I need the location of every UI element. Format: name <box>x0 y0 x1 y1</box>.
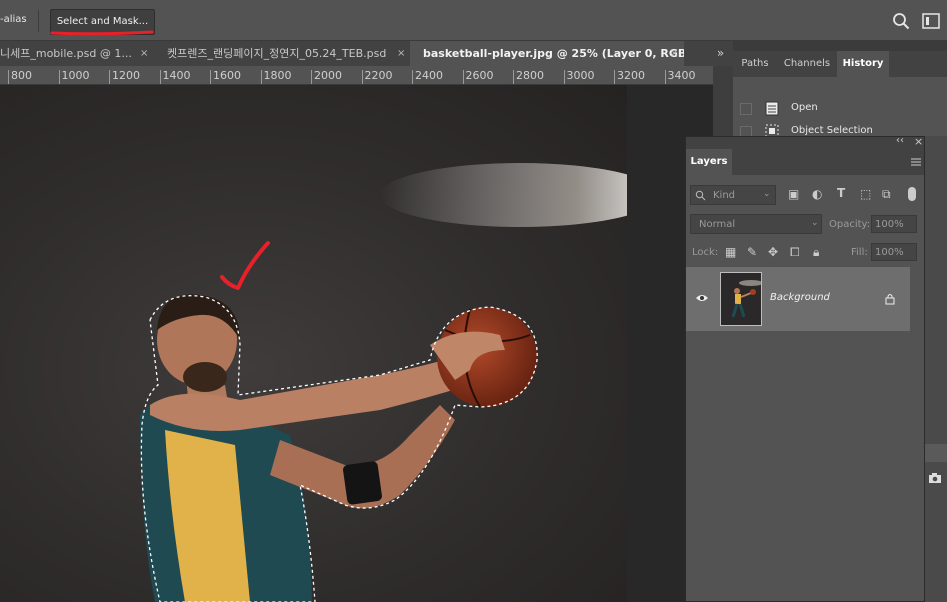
ruler-tick-label: 1000 <box>61 69 90 82</box>
tab-channels[interactable]: Channels <box>777 51 837 77</box>
ruler-tick-label: 2200 <box>364 69 393 82</box>
eye-visibility-icon[interactable] <box>695 293 709 303</box>
layers-tab-bar: Layers <box>686 149 924 175</box>
ruler-tick <box>412 70 413 84</box>
ruler-tick <box>8 70 9 84</box>
pixel-filter-icon[interactable]: ▣ <box>788 187 799 201</box>
ruler-tick-label: 3200 <box>617 69 645 82</box>
tab-close-icon[interactable]: × <box>140 41 148 66</box>
opacity-label: Opacity: <box>829 219 871 230</box>
strip-button[interactable] <box>925 444 947 462</box>
ruler-tick-label: 2600 <box>465 69 494 82</box>
lock-paint-brush-icon[interactable]: ✎ <box>747 245 757 259</box>
history-item-open[interactable]: Open <box>733 97 947 119</box>
opacity-input[interactable]: 100% <box>871 215 917 233</box>
tab-label: 켓프렌즈_랜딩페이지_정연지_05.24_TEB.psd <box>167 47 387 60</box>
layer-row-background[interactable]: Background <box>686 267 910 331</box>
adjustment-filter-icon[interactable]: ◐ <box>812 187 822 201</box>
photo-illustration <box>140 163 627 602</box>
history-panel-tabs: Paths Channels History <box>733 51 947 77</box>
tab-paths[interactable]: Paths <box>733 51 777 77</box>
collapse-panel-icon[interactable]: ‹‹ <box>896 135 904 146</box>
camera-icon[interactable] <box>928 472 942 484</box>
horizontal-ruler: 800 1000 1200 1400 1600 1800 2000 2200 2400 2600 2… <box>0 66 713 85</box>
layer-thumbnail <box>720 272 762 326</box>
search-icon[interactable] <box>892 12 910 30</box>
opacity-value: 100% <box>875 219 904 230</box>
ruler-tick <box>563 70 565 84</box>
close-panel-icon[interactable]: × <box>914 135 923 148</box>
tab-label: 니세프_mobile.psd @ 1... <box>0 47 132 60</box>
history-list: Open Object Selection <box>733 77 947 138</box>
shape-filter-icon[interactable]: ⬚ <box>860 187 871 201</box>
history-item-label: Object Selection <box>791 125 873 136</box>
anti-alias-label[interactable]: -alias <box>0 14 27 25</box>
lock-move-icon[interactable]: ✥ <box>768 245 778 259</box>
lock-all-icon[interactable]: 🔒︎ <box>813 245 819 260</box>
fill-input[interactable]: 100% <box>871 243 917 261</box>
ruler-tick <box>210 70 211 84</box>
kind-filter-label: Kind <box>713 190 736 201</box>
ruler-tick-label: 800 <box>11 69 32 82</box>
ruler-tick-label: 1400 <box>162 69 191 82</box>
chevron-down-icon: ⌄ <box>763 189 771 199</box>
history-checkbox[interactable] <box>740 103 752 115</box>
ruler-tick <box>513 70 514 84</box>
tab-history[interactable]: History <box>837 51 889 77</box>
tab-close-icon[interactable]: × <box>397 41 405 66</box>
kind-filter-select[interactable]: Kind ⌄ <box>690 185 776 205</box>
lock-transparent-icon[interactable]: ▦ <box>725 245 736 259</box>
type-filter-icon[interactable]: T <box>837 186 845 200</box>
ruler-tick-label: 3000 <box>566 69 595 82</box>
fill-label: Fill: <box>851 247 868 258</box>
history-item-label: Open <box>791 102 818 113</box>
tabs-overflow-button[interactable]: » <box>708 41 733 66</box>
tab-document-2[interactable]: 켓프렌즈_랜딩페이지_정연지_05.24_TEB.psd × <box>157 41 409 66</box>
document-icon <box>765 101 779 116</box>
ruler-tick <box>614 70 615 84</box>
lock-label: Lock: <box>692 247 719 258</box>
fill-value: 100% <box>875 247 904 258</box>
chevron-down-icon: ⌄ <box>811 218 819 228</box>
tab-close-icon[interactable]: × <box>670 41 678 66</box>
red-underline-annotation <box>50 30 154 36</box>
thumbnail-player-image <box>731 280 761 318</box>
filter-toggle[interactable] <box>908 187 916 201</box>
panel-menu-icon[interactable] <box>910 157 922 167</box>
ruler-tick <box>109 70 110 84</box>
layer-name[interactable]: Background <box>770 292 830 303</box>
search-icon <box>695 190 706 201</box>
ruler-tick-label: 1800 <box>263 69 292 82</box>
tab-label: basketball-player.jpg @ 25% (Layer 0, RG… <box>423 47 684 60</box>
ruler-tick-label: 2000 <box>314 69 342 82</box>
ruler-tick-label: 1200 <box>112 69 140 82</box>
layer-lock-icon <box>885 294 895 305</box>
layers-panel: ‹‹ × Layers Kind ⌄ ▣ ◐ T ⬚ ⧉ Normal ⌄ Op… <box>685 135 925 602</box>
blend-mode-select[interactable]: Normal ⌄ <box>690 214 822 234</box>
ruler-tick <box>664 70 666 84</box>
options-divider <box>38 10 39 32</box>
ruler-tick-label: 2400 <box>415 69 443 82</box>
lock-artboard-icon[interactable]: ⧠ <box>790 245 800 260</box>
layers-panel-header[interactable]: ‹‹ × <box>686 135 924 149</box>
ruler-tick <box>361 70 363 84</box>
ruler-tick <box>311 70 312 84</box>
collapsed-panel-strip <box>925 136 947 602</box>
ruler-tick <box>462 70 464 84</box>
document-tab-bar: 니세프_mobile.psd @ 1... × 켓프렌즈_랜딩페이지_정연지_0… <box>0 41 733 66</box>
ruler-tick <box>260 70 262 84</box>
ruler-tick-label: 1600 <box>213 69 241 82</box>
ruler-tick <box>159 70 161 84</box>
basketball-player-image[interactable] <box>0 85 627 602</box>
ruler-tick <box>58 70 60 84</box>
blend-mode-label: Normal <box>699 219 736 230</box>
ruler-tick-label: 2800 <box>516 69 544 82</box>
tab-basketball-player[interactable]: basketball-player.jpg @ 25% (Layer 0, RG… <box>410 41 684 66</box>
ruler-tick-label: 3400 <box>667 69 696 82</box>
tab-layers[interactable]: Layers <box>686 149 732 175</box>
workspace-icon[interactable] <box>922 13 940 29</box>
smart-object-filter-icon[interactable]: ⧉ <box>882 187 891 202</box>
tab-document-1[interactable]: 니세프_mobile.psd @ 1... × <box>0 41 156 66</box>
